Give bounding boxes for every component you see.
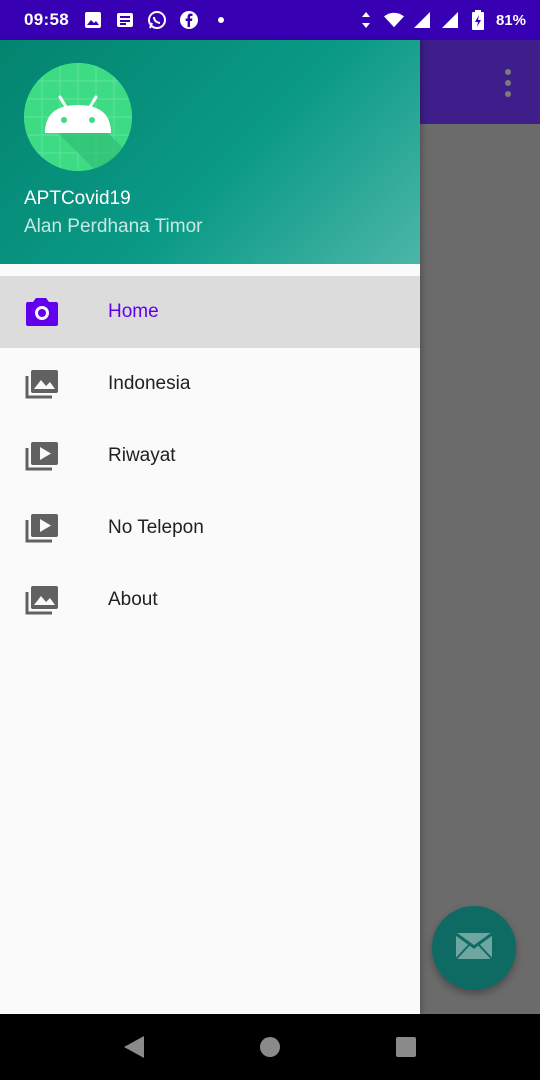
- email-fab-button[interactable]: [432, 906, 516, 990]
- overflow-menu-icon[interactable]: [500, 69, 516, 97]
- signal-2-icon: [440, 10, 460, 30]
- slideshow-icon: [24, 512, 60, 544]
- drawer-header-subtitle: Alan Perdhana Timor: [24, 216, 203, 237]
- home-icon[interactable]: [258, 1034, 284, 1060]
- recents-icon[interactable]: [394, 1034, 420, 1060]
- wifi-icon: [383, 10, 404, 30]
- menu-item-label: About: [108, 589, 158, 610]
- drawer-menu: Home Indonesia Riwayat No Telepon About: [0, 276, 420, 636]
- battery-charging-icon: [468, 10, 488, 30]
- drawer-header: APTCovid19 Alan Perdhana Timor: [0, 40, 420, 264]
- status-bar: 09:58 81%: [0, 0, 540, 40]
- menu-item-riwayat[interactable]: Riwayat: [0, 420, 420, 492]
- menu-item-label: No Telepon: [108, 517, 204, 538]
- system-navigation-bar: [0, 1014, 540, 1080]
- menu-item-label: Indonesia: [108, 373, 191, 394]
- drawer-header-title: APTCovid19: [24, 188, 131, 209]
- camera-icon: [24, 296, 60, 328]
- menu-item-home[interactable]: Home: [0, 276, 420, 348]
- system-status-icons: 81%: [356, 10, 526, 30]
- menu-item-label: Home: [108, 301, 159, 322]
- back-icon[interactable]: [122, 1034, 148, 1060]
- battery-percent: 81%: [495, 11, 526, 29]
- facebook-icon: [179, 10, 199, 30]
- notification-icons: [83, 10, 231, 30]
- mail-icon: [455, 932, 493, 965]
- slideshow-icon: [24, 440, 60, 472]
- android-icon: [24, 63, 132, 171]
- menu-item-no-telepon[interactable]: No Telepon: [0, 492, 420, 564]
- navigation-drawer: APTCovid19 Alan Perdhana Timor Home Indo…: [0, 40, 420, 1014]
- dot-icon: [211, 10, 231, 30]
- news-notification-icon: [115, 10, 135, 30]
- data-arrows-icon: [356, 10, 376, 30]
- menu-item-indonesia[interactable]: Indonesia: [0, 348, 420, 420]
- gallery-icon: [24, 584, 60, 616]
- menu-item-label: Riwayat: [108, 445, 176, 466]
- gallery-notification-icon: [83, 10, 103, 30]
- status-time: 09:58: [24, 10, 69, 29]
- whatsapp-icon: [147, 10, 167, 30]
- gallery-icon: [24, 368, 60, 400]
- signal-icon: [412, 10, 432, 30]
- menu-item-about[interactable]: About: [0, 564, 420, 636]
